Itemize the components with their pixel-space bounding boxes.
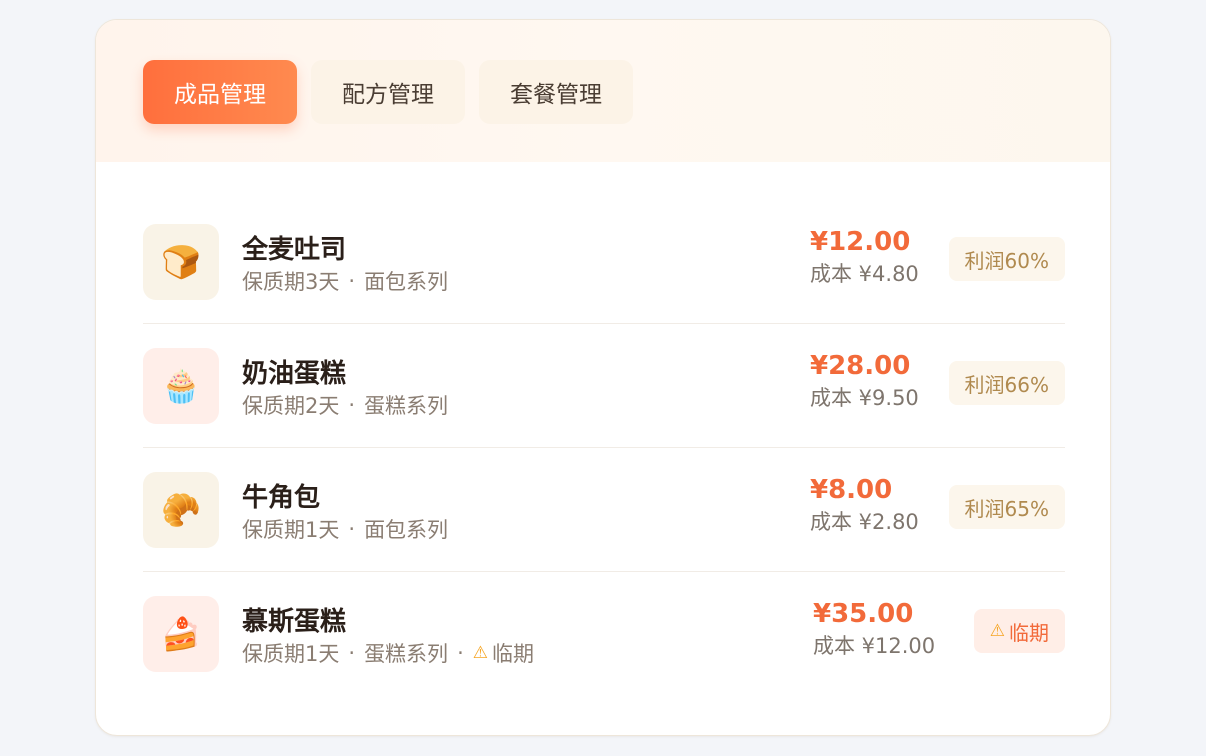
tab-recipes[interactable]: 配方管理 <box>311 60 465 124</box>
profit-badge: 利润60% <box>948 237 1065 281</box>
product-category: 面包系列 <box>364 518 449 542</box>
shelf-life: 保质期1天 <box>242 518 340 542</box>
product-meta: 保质期3天 · 面包系列 <box>242 266 448 296</box>
separator-dot: · <box>348 517 356 541</box>
product-cost: 成本 ¥2.80 <box>810 509 919 534</box>
product-meta: 保质期2天 · 蛋糕系列 <box>242 390 448 420</box>
product-management-card: 成品管理 配方管理 套餐管理 🍞 全麦吐司 保质期3天 · 面包系列 ¥12.0… <box>95 19 1111 736</box>
product-price: ¥28.00 <box>810 351 911 381</box>
separator-dot: · <box>348 393 356 417</box>
price-block: ¥8.00 成本 ¥2.80 <box>810 476 919 534</box>
tab-combos[interactable]: 套餐管理 <box>479 60 633 124</box>
product-list: 🍞 全麦吐司 保质期3天 · 面包系列 ¥12.00 成本 ¥4.80 利润60… <box>143 200 1065 696</box>
warning-icon: ⚠ <box>989 621 1005 641</box>
product-row[interactable]: 🧁 奶油蛋糕 保质期2天 · 蛋糕系列 ¥28.00 成本 ¥9.50 利润66… <box>143 324 1065 448</box>
product-cost: 成本 ¥4.80 <box>810 261 919 286</box>
card-header: 成品管理 配方管理 套餐管理 <box>96 20 1110 162</box>
price-block: ¥28.00 成本 ¥9.50 <box>810 352 919 410</box>
separator-dot: · <box>348 641 356 665</box>
product-category: 蛋糕系列 <box>364 642 449 666</box>
expiring-badge-label: 临期 <box>1009 620 1049 645</box>
product-meta: 保质期1天 · 蛋糕系列 · ⚠ 临期 <box>242 638 534 668</box>
product-row[interactable]: 🍰 慕斯蛋糕 保质期1天 · 蛋糕系列 · ⚠ 临期 ¥35.00 成本 ¥12… <box>143 572 1065 696</box>
bread-icon: 🍞 <box>143 224 219 300</box>
profit-badge: 利润65% <box>948 485 1065 529</box>
warning-icon: ⚠ <box>472 643 488 663</box>
shelf-life: 保质期3天 <box>242 270 340 294</box>
product-category: 蛋糕系列 <box>364 394 449 418</box>
product-category: 面包系列 <box>364 270 449 294</box>
product-cost: 成本 ¥9.50 <box>810 385 919 410</box>
product-price: ¥12.00 <box>810 227 911 257</box>
price-block: ¥35.00 成本 ¥12.00 <box>813 600 935 658</box>
expiring-badge: ⚠ 临期 <box>973 609 1065 653</box>
product-row[interactable]: 🍞 全麦吐司 保质期3天 · 面包系列 ¥12.00 成本 ¥4.80 利润60… <box>143 200 1065 324</box>
product-cost: 成本 ¥12.00 <box>813 633 936 658</box>
tab-finished-products[interactable]: 成品管理 <box>143 60 297 124</box>
product-meta: 保质期1天 · 面包系列 <box>242 514 448 544</box>
tab-bar: 成品管理 配方管理 套餐管理 <box>143 60 633 124</box>
expiring-label: 临期 <box>492 642 534 666</box>
cupcake-icon: 🧁 <box>143 348 219 424</box>
shelf-life: 保质期2天 <box>242 394 340 418</box>
cake-slice-icon: 🍰 <box>143 596 219 672</box>
price-block: ¥12.00 成本 ¥4.80 <box>810 228 919 286</box>
product-price: ¥8.00 <box>810 475 893 505</box>
product-name: 全麦吐司 <box>242 235 347 265</box>
product-price: ¥35.00 <box>813 599 914 629</box>
separator-dot: · <box>457 641 464 665</box>
shelf-life: 保质期1天 <box>242 642 340 666</box>
profit-badge: 利润66% <box>948 361 1065 405</box>
separator-dot: · <box>348 269 356 293</box>
croissant-icon: 🥐 <box>143 472 219 548</box>
product-name: 慕斯蛋糕 <box>242 607 347 637</box>
product-name: 牛角包 <box>242 483 321 513</box>
product-row[interactable]: 🥐 牛角包 保质期1天 · 面包系列 ¥8.00 成本 ¥2.80 利润65% <box>143 448 1065 572</box>
product-name: 奶油蛋糕 <box>242 359 347 389</box>
